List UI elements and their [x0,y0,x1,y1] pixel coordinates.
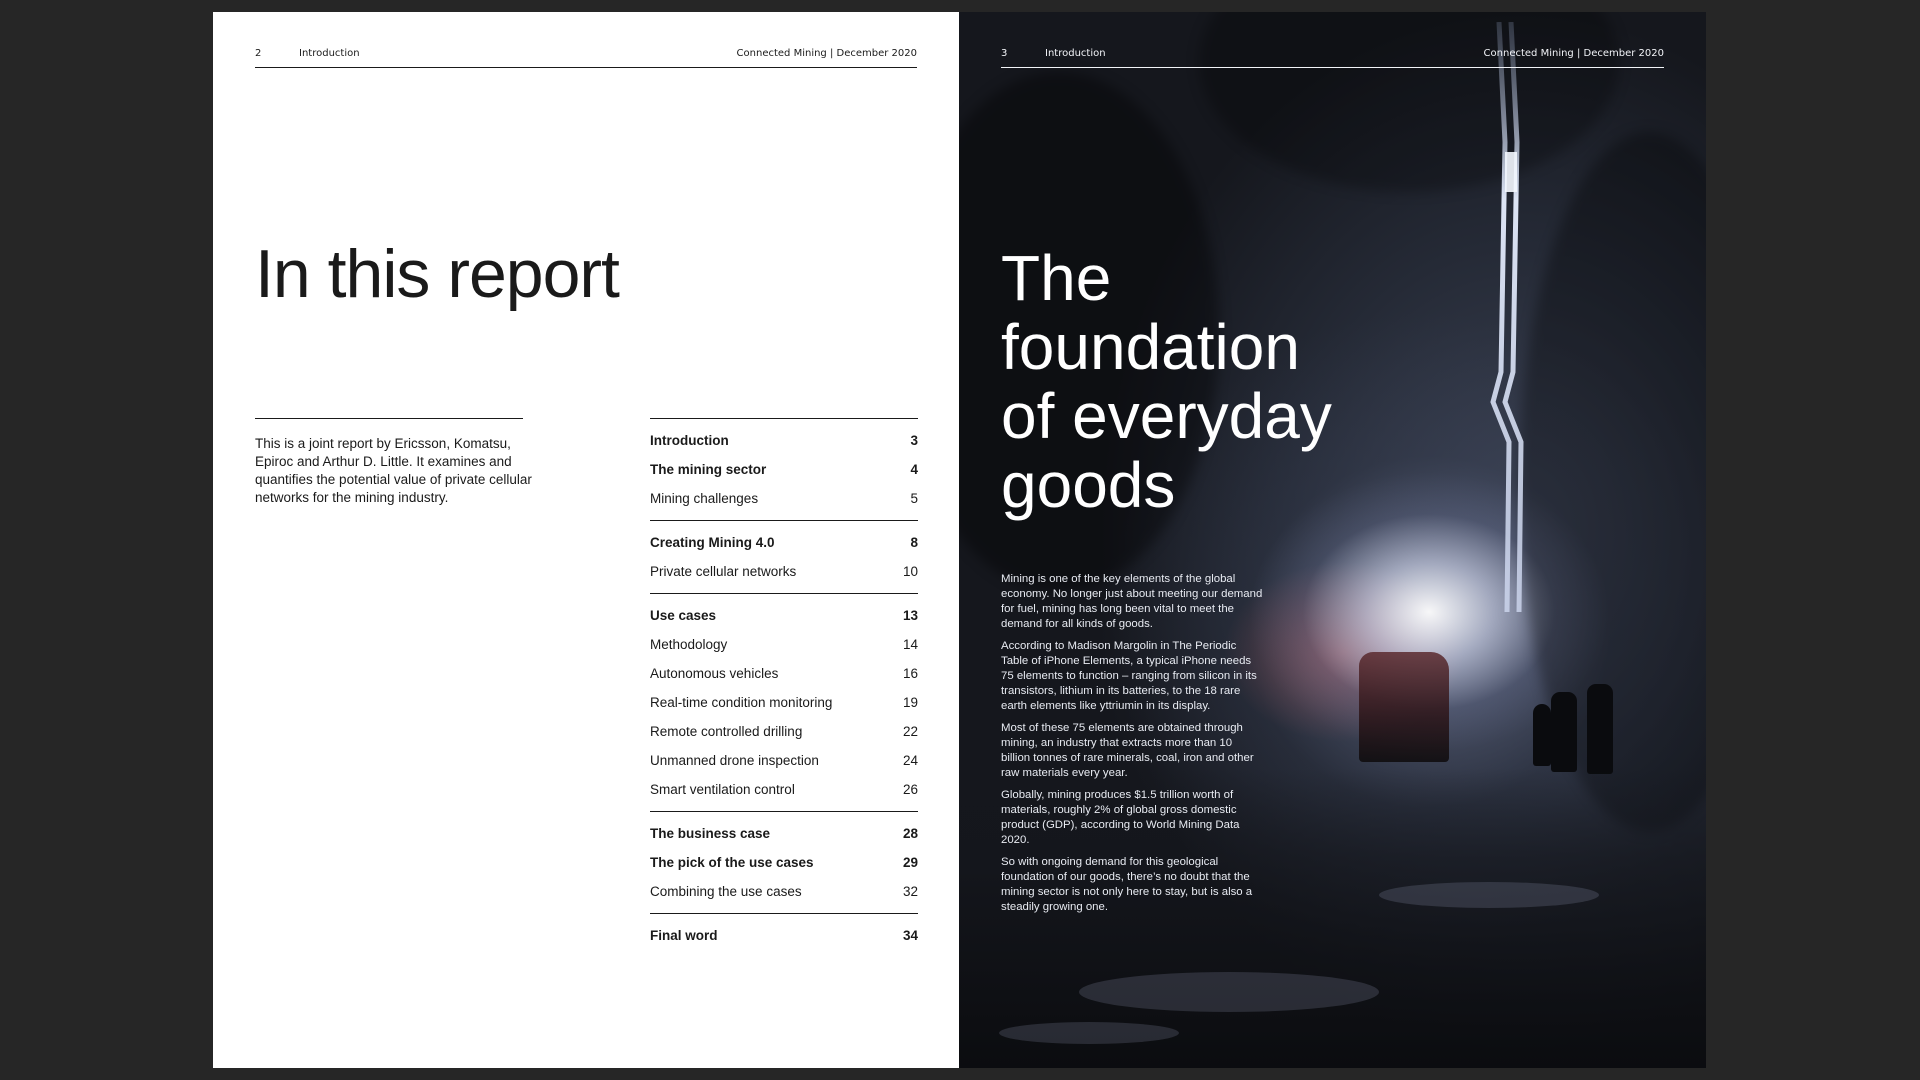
toc-entry-label: Introduction [650,433,729,448]
toc-group: Introduction 3 The mining sector 4 Mining ch… [650,418,918,520]
toc-entry-page: 3 [910,433,918,448]
section-name: Introduction [299,47,360,59]
toc-entry-page: 29 [902,855,918,870]
toc-entry-label: The mining sector [650,462,767,477]
paragraph: Globally, mining produces $1.5 trillion … [1001,789,1240,846]
toc-entry-label: Remote controlled drilling [650,724,803,739]
toc-entry[interactable]: The mining sector 4 [650,461,918,490]
toc-group: The business case 28 The pick of the use c… [650,811,918,913]
toc-entry[interactable]: Remote controlled drilling 22 [650,723,918,752]
toc-entry[interactable]: Autonomous vehicles 16 [650,665,918,694]
toc-entry-page: 34 [902,928,918,943]
toc-entry[interactable]: Use cases 13 [650,607,918,636]
toc-entry-page: 19 [902,695,918,710]
page-number: 2 [255,47,262,59]
toc-entry-page: 14 [902,637,918,652]
toc-entry-label: Creating Mining 4.0 [650,535,775,550]
toc-entry-label: The pick of the use cases [650,855,814,870]
document-viewer: 2 Introduction Connected Mining | Decemb… [0,0,1920,1080]
intro-paragraph: This is a joint report by Ericsson, Koma… [255,436,532,505]
toc-entry[interactable]: Mining challenges 5 [650,490,918,508]
toc-group: Creating Mining 4.0 8 Private cellular net… [650,520,918,593]
toc-entry-page: 26 [902,782,918,797]
toc-entry[interactable]: Smart ventilation control 26 [650,781,918,799]
toc-entry[interactable]: The business case 28 [650,825,918,854]
right-page: 3 Introduction Connected Mining | Decemb… [959,12,1706,1068]
toc-entry-page: 32 [902,884,918,899]
ladder-icon [1490,22,1524,613]
toc-entry-label: Use cases [650,608,717,623]
toc-entry-page: 16 [902,666,918,681]
intro-rule [255,418,523,419]
toc-entry-label: Private cellular networks [650,564,797,579]
toc-entry-page: 5 [910,491,918,506]
toc-group: Use cases 13 Methodology 14 Autonomous vehic… [650,593,918,811]
toc-entry-label: Combining the use cases [650,884,802,899]
toc-entry[interactable]: The pick of the use cases 29 [650,854,918,883]
body-text: Mining is one of the key elements of the… [1001,572,1263,922]
page-header: 2 Introduction Connected Mining | Decemb… [255,42,917,64]
toc-entry-label: Unmanned drone inspection [650,753,819,768]
toc-entry[interactable]: Combining the use cases 32 [650,883,918,901]
toc-entry-label: Mining challenges [650,491,759,506]
publication-label: Connected Mining | December 2020 [1483,47,1664,59]
paragraph: Most of these 75 elements are obtained t… [1001,722,1254,779]
toc-entry-page: 4 [910,462,918,477]
page-header: 3 Introduction Connected Mining | Decemb… [1001,42,1664,64]
paragraph: So with ongoing demand for this geologic… [1001,856,1253,913]
toc-entry-page: 13 [902,608,918,623]
left-page: 2 Introduction Connected Mining | Decemb… [213,12,959,1068]
toc-entry-page: 8 [910,535,918,550]
publication-label: Connected Mining | December 2020 [736,47,917,59]
paragraph: Mining is one of the key elements of the… [1001,573,1263,630]
toc-entry-label: Final word [650,928,718,943]
toc-entry[interactable]: Private cellular networks 10 [650,563,918,581]
toc-entry[interactable]: Introduction 3 [650,432,918,461]
toc-entry-label: The business case [650,826,771,841]
page-title: In this report [255,236,620,312]
page-spread: 2 Introduction Connected Mining | Decemb… [213,12,1706,1068]
toc-entry-page: 22 [902,724,918,739]
toc-entry-page: 10 [902,564,918,579]
toc-entry-page: 24 [902,753,918,768]
toc-group: Final word 34 [650,913,918,957]
toc-entry[interactable]: Unmanned drone inspection 24 [650,752,918,781]
toc-entry[interactable]: Methodology 14 [650,636,918,665]
header-rule [1001,67,1664,68]
toc-entry-label: Autonomous vehicles [650,666,779,681]
paragraph: According to Madison Margolin in The Per… [1001,640,1257,712]
page-title: The foundation of everyday goods [1001,242,1332,521]
toc-entry-label: Smart ventilation control [650,782,795,797]
toc-entry-label: Methodology [650,637,728,652]
toc-entry[interactable]: Final word 34 [650,927,918,945]
toc-entry-label: Real-time condition monitoring [650,695,833,710]
header-rule [255,67,917,68]
toc-entry[interactable]: Real-time condition monitoring 19 [650,694,918,723]
table-of-contents: Introduction 3 The mining sector 4 Mining ch… [650,418,918,957]
toc-entry-page: 28 [902,826,918,841]
page-number: 3 [1001,47,1008,59]
section-name: Introduction [1045,47,1106,59]
toc-entry[interactable]: Creating Mining 4.0 8 [650,534,918,563]
